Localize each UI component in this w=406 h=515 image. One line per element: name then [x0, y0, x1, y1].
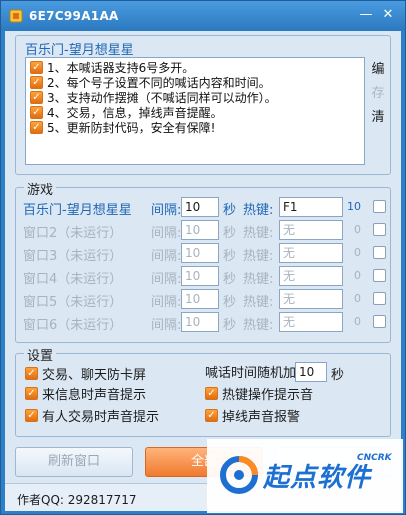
seconds-label: 秒 [223, 249, 237, 264]
shout-count: 0 [354, 269, 361, 282]
hotkey-input[interactable]: 无 [279, 243, 343, 263]
random-delay-input[interactable]: 10 [295, 362, 327, 382]
game-row: 窗口2（未运行） 间隔: 10 秒 热键: 无 0 [23, 220, 393, 241]
checked-icon[interactable]: ✓ [25, 408, 38, 422]
hotkey-input[interactable]: 无 [279, 220, 343, 240]
hotkey-input[interactable]: F1 [279, 197, 343, 217]
interval-label: 间隔: [151, 318, 182, 333]
refresh-windows-button[interactable]: 刷新窗口 [15, 447, 133, 477]
game-window-name: 百乐门-望月想星星 [23, 203, 132, 218]
disconnect-alarm-option[interactable]: ✓ 掉线声音报警 [205, 407, 301, 425]
checked-icon[interactable]: ✓ [25, 386, 38, 400]
trade-sound-option[interactable]: ✓ 有人交易时声音提示 [25, 407, 160, 425]
option-label: 热键操作提示音 [222, 387, 314, 403]
notes-frame [15, 35, 391, 175]
hotkey-label: 热键: [243, 295, 274, 310]
game-window-name: 窗口6（未运行） [23, 318, 123, 333]
option-label: 喊话时间随机加 [205, 365, 297, 381]
game-row: 窗口3（未运行） 间隔: 10 秒 热键: 无 0 [23, 243, 393, 264]
interval-input[interactable]: 10 [181, 266, 219, 286]
game-window-name: 窗口2（未运行） [23, 226, 123, 241]
hotkey-input[interactable]: 无 [279, 289, 343, 309]
hotkey-label: 热键: [243, 249, 274, 264]
game-window-name: 窗口3（未运行） [23, 249, 123, 264]
brand-logo-icon [220, 456, 258, 494]
brand-subtitle: CNCRK [357, 453, 392, 463]
shout-count: 0 [354, 246, 361, 259]
random-delay-unit: 秒 [331, 368, 345, 383]
brand-name: 起点软件 [263, 463, 372, 493]
interval-label: 间隔: [151, 203, 182, 218]
minimize-button[interactable]: — [357, 7, 375, 23]
anti-freeze-option[interactable]: ✓ 交易、聊天防卡屏 [25, 365, 147, 383]
interval-label: 间隔: [151, 249, 182, 264]
close-button[interactable]: ✕ [379, 7, 397, 23]
random-delay-option: 喊话时间随机加 [205, 363, 297, 381]
checked-icon[interactable]: ✓ [25, 366, 38, 380]
option-label: 来信息时声音提示 [42, 387, 147, 403]
enable-checkbox[interactable] [373, 246, 386, 259]
enable-checkbox[interactable] [373, 315, 386, 328]
checked-icon[interactable]: ✓ [205, 386, 218, 400]
settings-group-title: 设置 [24, 345, 57, 364]
seconds-label: 秒 [223, 226, 237, 241]
game-row: 窗口6（未运行） 间隔: 10 秒 热键: 无 0 [23, 312, 393, 333]
game-window-name: 窗口4（未运行） [23, 272, 123, 287]
shout-count: 0 [354, 315, 361, 328]
app-icon [9, 9, 23, 23]
interval-label: 间隔: [151, 226, 182, 241]
option-label: 掉线声音报警 [222, 409, 301, 425]
shout-count: 10 [347, 200, 361, 213]
game-row: 窗口5（未运行） 间隔: 10 秒 热键: 无 0 [23, 289, 393, 310]
hotkey-label: 热键: [243, 318, 274, 333]
hotkey-label: 热键: [243, 203, 274, 218]
enable-checkbox[interactable] [373, 223, 386, 236]
game-row: 窗口4（未运行） 间隔: 10 秒 热键: 无 0 [23, 266, 393, 287]
interval-input[interactable]: 10 [181, 312, 219, 332]
hotkey-input[interactable]: 无 [279, 266, 343, 286]
hotkey-label: 热键: [243, 272, 274, 287]
watermark: 起点软件 CNCRK [207, 439, 403, 513]
seconds-label: 秒 [223, 272, 237, 287]
interval-input[interactable]: 10 [181, 220, 219, 240]
hotkey-tip-option[interactable]: ✓ 热键操作提示音 [205, 385, 314, 403]
interval-input[interactable]: 10 [181, 243, 219, 263]
shout-count: 0 [354, 292, 361, 305]
seconds-label: 秒 [223, 295, 237, 310]
title-bar[interactable]: 6E7C99A1AA — ✕ [1, 1, 405, 31]
enable-checkbox[interactable] [373, 292, 386, 305]
option-label: 交易、聊天防卡屏 [42, 367, 147, 383]
enable-checkbox[interactable] [373, 200, 386, 213]
enable-checkbox[interactable] [373, 269, 386, 282]
window-title: 6E7C99A1AA [29, 9, 119, 23]
interval-input[interactable]: 10 [181, 197, 219, 217]
seconds-label: 秒 [223, 203, 237, 218]
game-row: 百乐门-望月想星星 间隔: 10 秒 热键: F1 10 [23, 197, 393, 218]
game-group-title: 游戏 [24, 179, 57, 198]
hotkey-label: 热键: [243, 226, 274, 241]
app-window: 6E7C99A1AA — ✕ 百乐门-望月想星星 ✓ 1、本喊话器支持6号多开。… [0, 0, 406, 515]
message-sound-option[interactable]: ✓ 来信息时声音提示 [25, 385, 147, 403]
interval-input[interactable]: 10 [181, 289, 219, 309]
interval-label: 间隔: [151, 295, 182, 310]
seconds-label: 秒 [223, 318, 237, 333]
option-label: 有人交易时声音提示 [42, 409, 160, 425]
author-qq: 作者QQ: 292817717 [17, 493, 137, 507]
checked-icon[interactable]: ✓ [205, 408, 218, 422]
interval-label: 间隔: [151, 272, 182, 287]
game-window-name: 窗口5（未运行） [23, 295, 123, 310]
hotkey-input[interactable]: 无 [279, 312, 343, 332]
shout-count: 0 [354, 223, 361, 236]
